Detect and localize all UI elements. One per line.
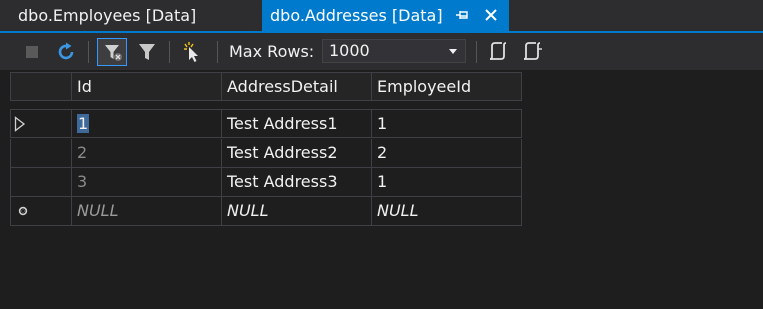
column-header-addressdetail[interactable]: AddressDetail [222,72,372,101]
pin-icon[interactable] [455,9,469,21]
row-selector[interactable] [10,168,72,197]
tab-label: dbo.Addresses [Data] [270,6,443,25]
cell-addressdetail[interactable]: Test Address3 [222,168,372,197]
cell-employeeid[interactable]: NULL [372,197,522,226]
cell-addressdetail[interactable]: NULL [222,197,372,226]
chevron-down-icon [449,49,457,54]
filter-toggle-icon [105,45,122,61]
cell-employeeid[interactable]: 2 [372,139,522,168]
row-selector[interactable] [10,139,72,168]
toolbar: Max Rows: 1000 [0,33,763,70]
max-rows-dropdown[interactable]: 1000 [322,39,466,63]
filter-toggle-button[interactable] [97,38,127,66]
refresh-icon[interactable] [55,41,77,63]
current-row-arrow-icon [14,116,26,132]
select-all-corner[interactable] [10,72,72,101]
max-rows-label: Max Rows: [229,42,315,61]
tab-addresses-data[interactable]: dbo.Addresses [Data] [262,0,509,31]
cell-employeeid[interactable]: 1 [372,168,522,197]
cell-addressdetail[interactable]: Test Address1 [222,109,372,138]
document-tab-bar: dbo.Employees [Data] dbo.Addresses [Data… [0,0,763,31]
tab-label: dbo.Employees [Data] [18,6,197,25]
filter-icon[interactable] [137,42,157,62]
script-file-icon[interactable] [522,40,544,62]
script-icon[interactable] [488,40,508,62]
row-selector[interactable] [10,109,72,138]
select-icon[interactable] [180,41,204,63]
cell-id[interactable]: 2 [72,139,222,168]
cell-addressdetail[interactable]: Test Address2 [222,139,372,168]
close-icon[interactable] [483,7,499,23]
stop-icon[interactable] [26,46,38,58]
column-header-id[interactable]: Id [72,72,222,101]
cell-id-value[interactable]: 1 [77,114,90,133]
cell-id[interactable]: NULL [72,197,222,226]
tab-employees-data[interactable]: dbo.Employees [Data] [0,0,262,31]
max-rows-value: 1000 [329,41,370,60]
cell-id[interactable]: 3 [72,168,222,197]
new-row-icon [18,206,28,216]
cell-employeeid[interactable]: 1 [372,109,522,138]
cell-id[interactable]: 1 [72,109,222,138]
row-selector[interactable] [10,197,72,226]
column-header-employeeid[interactable]: EmployeeId [372,72,522,101]
